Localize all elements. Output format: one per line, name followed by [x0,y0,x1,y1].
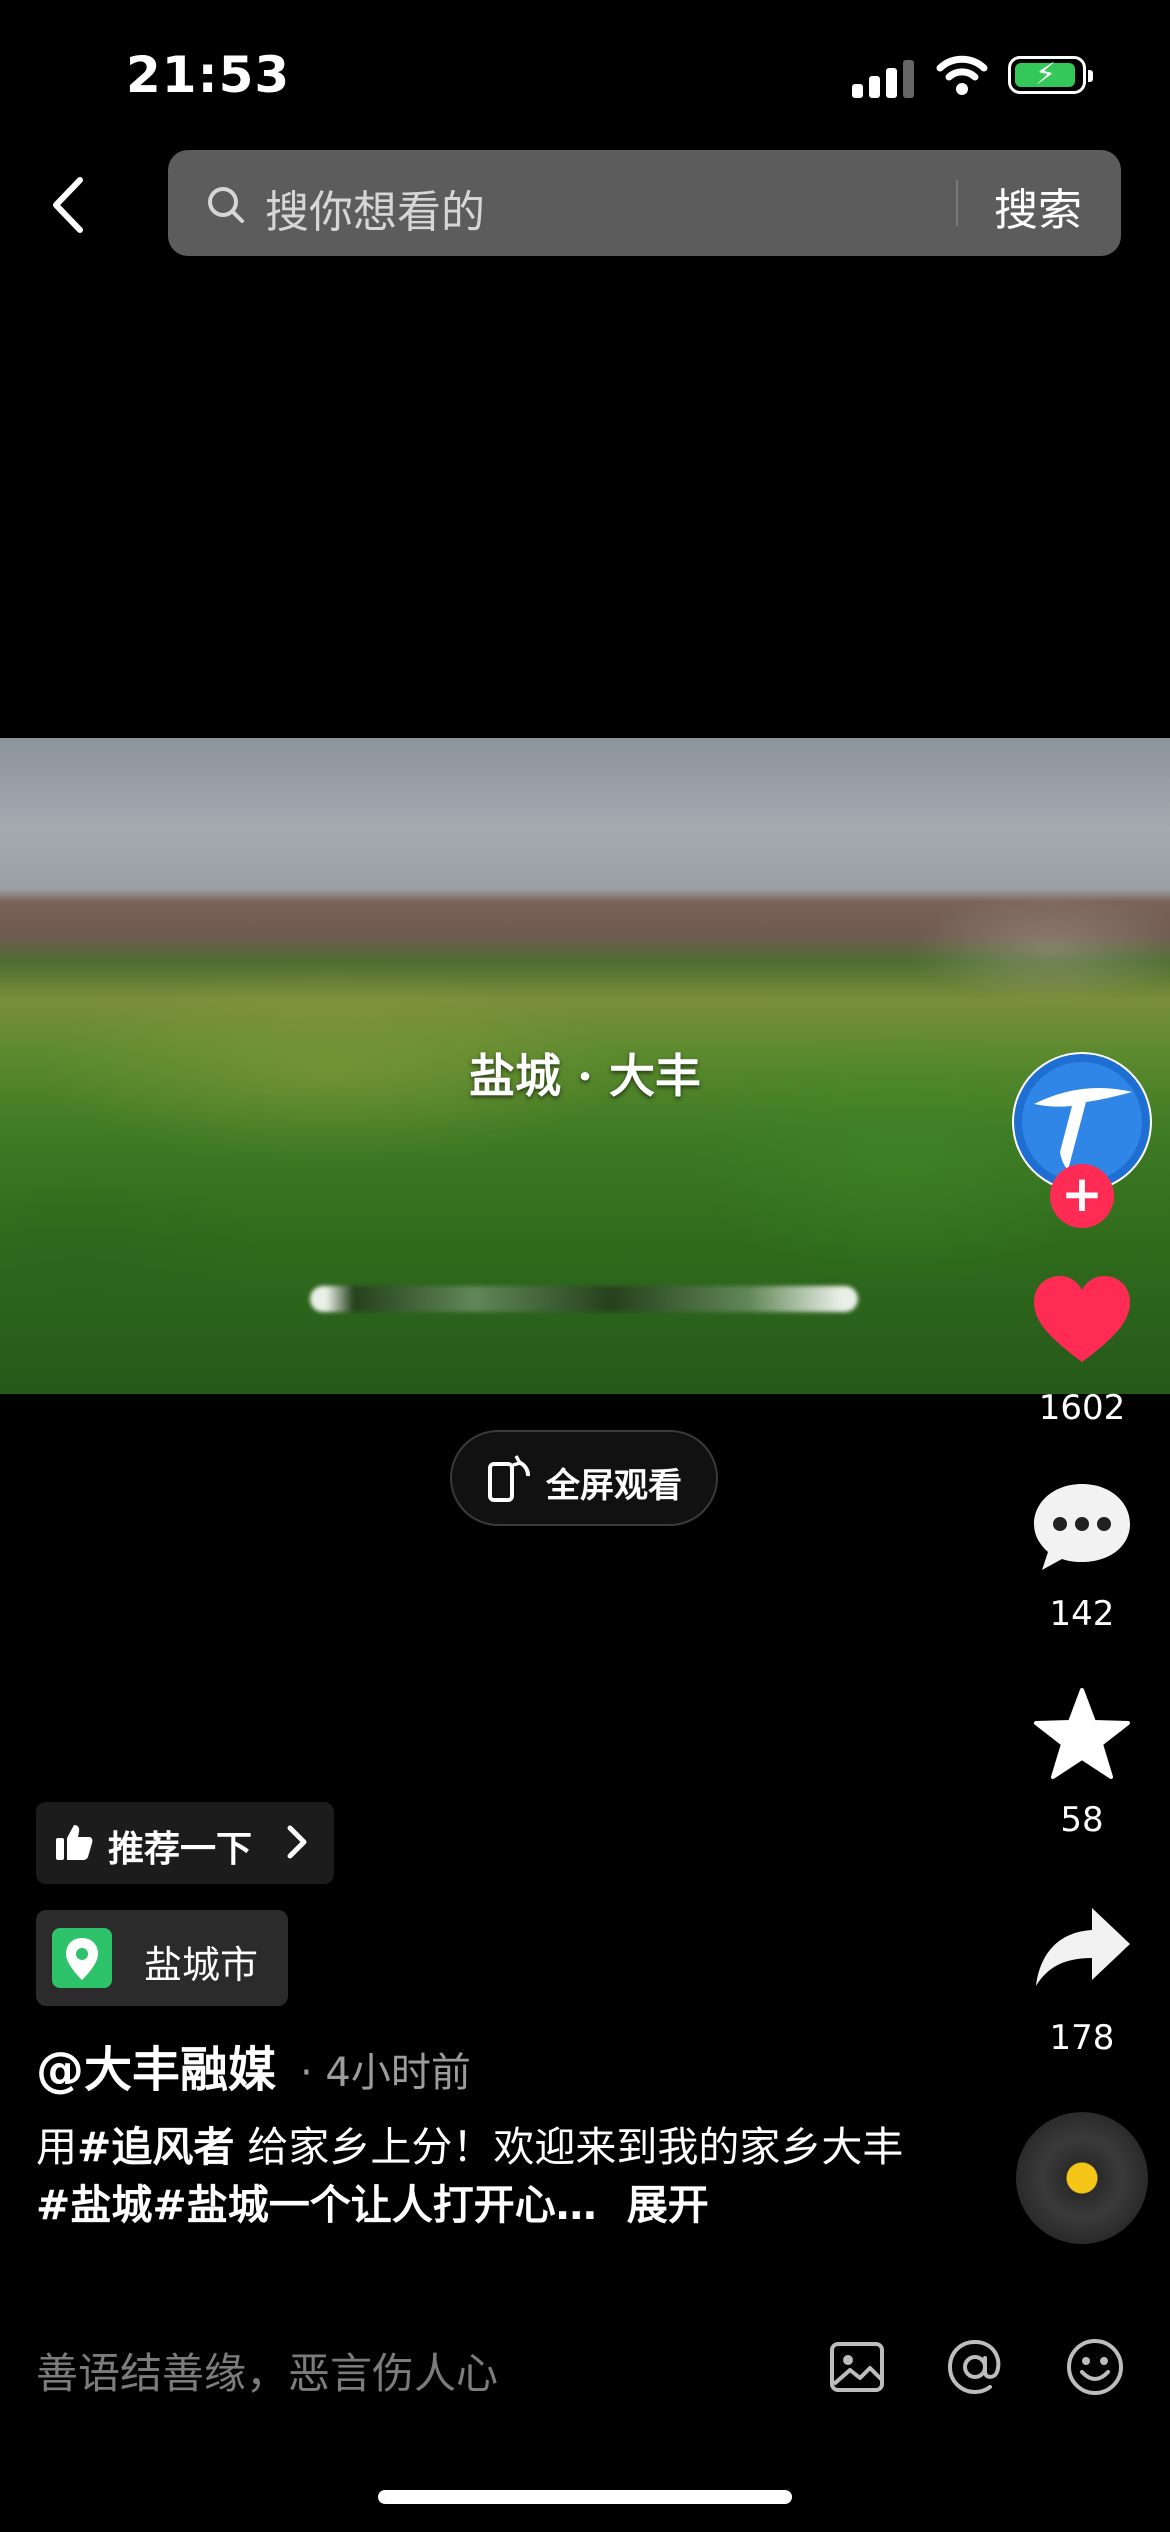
search-placeholder: 搜你想看的 [265,187,485,238]
expand-button[interactable]: 展开 [627,2181,709,2229]
music-disc[interactable] [1016,2112,1148,2244]
comment-input[interactable]: 善语结善缘，恶言伤人心 [36,2340,498,2401]
star-icon[interactable] [1030,1686,1134,1782]
post-time: · 4小时前 [300,2050,471,2096]
favorite-count: 58 [1060,1800,1104,1840]
video-subtitle-blurred [310,1286,858,1312]
cellular-signal-icon [852,58,916,98]
back-icon[interactable] [44,170,94,240]
thumbs-up-icon [56,1825,93,1860]
video-player[interactable]: 盐城 · 大丰 [0,738,1170,1394]
location-pin-icon [66,1938,98,1980]
follow-button[interactable]: + [1050,1164,1114,1228]
author-name[interactable]: @大丰融媒 [36,2030,276,2100]
battery-icon: ⚡ [1008,56,1093,94]
home-indicator[interactable] [378,2490,792,2504]
recommend-label: 推荐一下 [108,1829,253,1870]
rotate-phone-icon [488,1455,530,1502]
like-count: 1602 [1038,1388,1126,1428]
location-badge [52,1928,112,1988]
hashtag[interactable]: #盐城一个让人打开心… [152,2181,596,2229]
emoji-icon[interactable] [1064,2336,1126,2398]
hashtag[interactable]: #追风者 [77,2123,234,2171]
comment-count: 142 [1049,1594,1115,1634]
share-icon[interactable] [1030,1900,1134,1996]
location-label: 盐城市 [144,1943,259,1987]
heart-icon[interactable] [1030,1272,1134,1368]
search-icon [208,187,244,223]
video-title-overlay: 盐城 · 大丰 [468,1049,702,1103]
post-description[interactable]: 用#追风者 给家乡上分！欢迎来到我的家乡大丰 #盐城#盐城一个让人打开心… 展开 [36,2118,936,2234]
fullscreen-label: 全屏观看 [546,1466,682,1506]
image-icon[interactable] [826,2336,888,2398]
desc-text: 用 [36,2123,77,2171]
search-button[interactable]: 搜索 [994,174,1082,238]
status-time: 21:53 [126,46,291,104]
mention-icon[interactable] [944,2336,1006,2398]
share-count: 178 [1049,2018,1115,2058]
search-divider [956,180,958,226]
desc-text: 给家乡上分！欢迎来到我的家乡大丰 [234,2123,904,2171]
chevron-right-icon [287,1825,307,1859]
wifi-icon [936,55,988,95]
hashtag[interactable]: #盐城 [36,2181,152,2229]
comment-icon[interactable] [1030,1478,1134,1574]
